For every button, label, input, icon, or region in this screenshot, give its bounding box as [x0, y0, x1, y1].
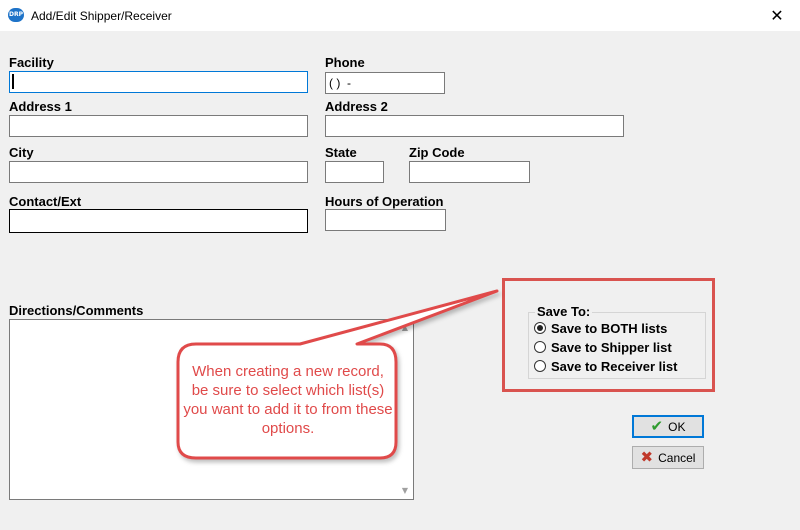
scroll-up-arrow-icon[interactable]: ▲: [399, 322, 411, 334]
radio-indicator[interactable]: [534, 360, 546, 372]
checkmark-icon: ✔: [650, 417, 664, 435]
close-button[interactable]: ✕: [754, 0, 800, 31]
x-icon: ✖: [640, 448, 654, 466]
radio-indicator[interactable]: [534, 322, 546, 334]
hours-input[interactable]: [325, 209, 446, 231]
zip-code-label: Zip Code: [409, 145, 465, 160]
city-input[interactable]: [9, 161, 308, 183]
ok-button[interactable]: ✔ OK: [632, 415, 704, 438]
state-label: State: [325, 145, 357, 160]
radio-save-receiver[interactable]: Save to Receiver list: [534, 357, 677, 375]
window-title: Add/Edit Shipper/Receiver: [31, 9, 172, 23]
radio-indicator[interactable]: [534, 341, 546, 353]
phone-input[interactable]: [325, 72, 445, 94]
scroll-down-arrow-icon[interactable]: ▼: [399, 485, 411, 497]
radio-save-both[interactable]: Save to BOTH lists: [534, 319, 667, 337]
city-label: City: [9, 145, 34, 160]
state-input[interactable]: [325, 161, 384, 183]
ok-button-label: OK: [668, 419, 686, 434]
contact-input[interactable]: [9, 209, 308, 233]
facility-input[interactable]: [9, 71, 308, 93]
cancel-button-label: Cancel: [658, 450, 696, 465]
contact-label: Contact/Ext: [9, 194, 82, 209]
radio-label: Save to Receiver list: [551, 358, 678, 374]
app-logo-icon: DRP: [8, 8, 24, 22]
cancel-button[interactable]: ✖ Cancel: [632, 446, 704, 469]
address1-label: Address 1: [9, 99, 72, 114]
callout-text: When creating a new record, be sure to s…: [183, 363, 393, 437]
zip-code-input[interactable]: [409, 161, 530, 183]
save-to-legend: Save To:: [535, 304, 593, 319]
radio-label: Save to BOTH lists: [551, 320, 668, 336]
directions-label: Directions/Comments: [9, 303, 144, 318]
facility-label: Facility: [9, 55, 54, 70]
title-bar: DRP Add/Edit Shipper/Receiver ✕: [0, 0, 800, 31]
phone-label: Phone: [325, 55, 365, 70]
address2-input[interactable]: [325, 115, 624, 137]
text-caret: [12, 74, 14, 89]
address1-input[interactable]: [9, 115, 308, 137]
radio-label: Save to Shipper list: [551, 339, 672, 355]
hours-label: Hours of Operation: [325, 194, 444, 209]
radio-save-shipper[interactable]: Save to Shipper list: [534, 338, 672, 356]
address2-label: Address 2: [325, 99, 388, 114]
